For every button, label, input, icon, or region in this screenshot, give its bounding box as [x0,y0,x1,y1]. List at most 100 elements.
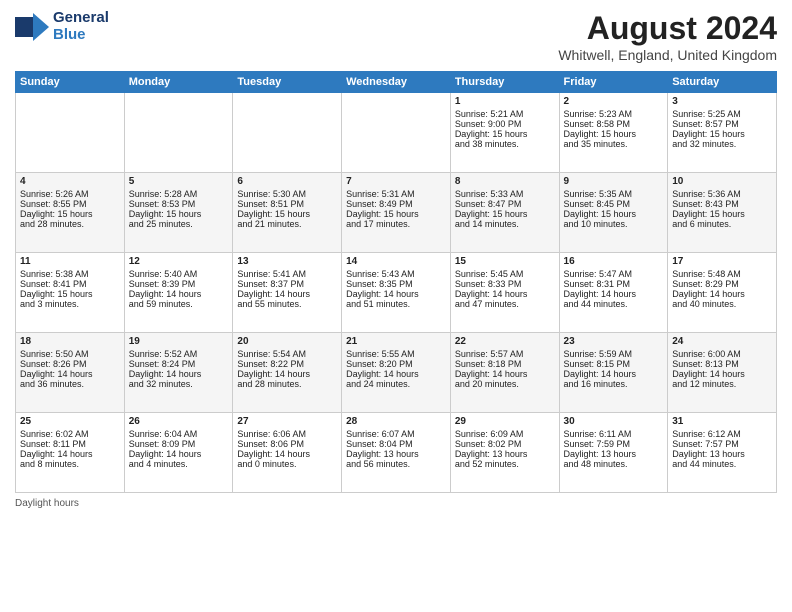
cell-content-line: Daylight: 14 hours [20,449,120,459]
cell-content-line: Sunset: 8:45 PM [564,199,664,209]
cell-content-line: Sunset: 9:00 PM [455,119,555,129]
cell-content-line: Daylight: 14 hours [237,289,337,299]
cell-content-line: Sunrise: 5:50 AM [20,349,120,359]
cell-content-line: and 40 minutes. [672,299,772,309]
cell-content-line: Daylight: 14 hours [672,369,772,379]
calendar-cell: 11Sunrise: 5:38 AMSunset: 8:41 PMDayligh… [16,253,125,333]
cell-content-line: Daylight: 14 hours [129,369,229,379]
cell-content-line: Daylight: 14 hours [455,289,555,299]
day-number: 29 [455,416,555,427]
cell-content-line: Sunset: 8:58 PM [564,119,664,129]
calendar-cell: 25Sunrise: 6:02 AMSunset: 8:11 PMDayligh… [16,413,125,493]
cell-content-line: and 35 minutes. [564,139,664,149]
cell-content-line: Sunset: 8:35 PM [346,279,446,289]
calendar-cell: 8Sunrise: 5:33 AMSunset: 8:47 PMDaylight… [450,173,559,253]
cell-content-line: Daylight: 14 hours [564,289,664,299]
weekday-header-cell: Saturday [668,72,777,93]
weekday-header-row: SundayMondayTuesdayWednesdayThursdayFrid… [16,72,777,93]
calendar-cell: 20Sunrise: 5:54 AMSunset: 8:22 PMDayligh… [233,333,342,413]
cell-content-line: Sunrise: 5:54 AM [237,349,337,359]
calendar-cell: 15Sunrise: 5:45 AMSunset: 8:33 PMDayligh… [450,253,559,333]
cell-content-line: Daylight: 15 hours [20,289,120,299]
cell-content-line: Sunrise: 5:26 AM [20,189,120,199]
cell-content-line: and 52 minutes. [455,459,555,469]
cell-content-line: Daylight: 14 hours [672,289,772,299]
day-number: 7 [346,176,446,187]
cell-content-line: Sunset: 8:04 PM [346,439,446,449]
cell-content-line: Sunrise: 6:11 AM [564,429,664,439]
cell-content-line: and 28 minutes. [237,379,337,389]
day-number: 18 [20,336,120,347]
day-number: 10 [672,176,772,187]
cell-content-line: Sunrise: 5:59 AM [564,349,664,359]
calendar-cell: 31Sunrise: 6:12 AMSunset: 7:57 PMDayligh… [668,413,777,493]
cell-content-line: and 32 minutes. [129,379,229,389]
cell-content-line: and 36 minutes. [20,379,120,389]
calendar-week-row: 4Sunrise: 5:26 AMSunset: 8:55 PMDaylight… [16,173,777,253]
cell-content-line: Sunset: 8:20 PM [346,359,446,369]
cell-content-line: Sunrise: 5:45 AM [455,269,555,279]
cell-content-line: and 12 minutes. [672,379,772,389]
cell-content-line: and 59 minutes. [129,299,229,309]
cell-content-line: and 38 minutes. [455,139,555,149]
cell-content-line: Sunset: 8:13 PM [672,359,772,369]
cell-content-line: and 32 minutes. [672,139,772,149]
cell-content-line: Sunset: 8:26 PM [20,359,120,369]
main-title: August 2024 [558,10,777,47]
calendar-cell: 26Sunrise: 6:04 AMSunset: 8:09 PMDayligh… [124,413,233,493]
day-number: 13 [237,256,337,267]
cell-content-line: Sunrise: 6:12 AM [672,429,772,439]
cell-content-line: Sunrise: 6:00 AM [672,349,772,359]
cell-content-line: Sunrise: 5:47 AM [564,269,664,279]
logo-icon [15,13,49,41]
weekday-header-cell: Tuesday [233,72,342,93]
cell-content-line: Daylight: 14 hours [346,369,446,379]
calendar-cell: 24Sunrise: 6:00 AMSunset: 8:13 PMDayligh… [668,333,777,413]
cell-content-line: Daylight: 14 hours [237,369,337,379]
cell-content-line: Sunrise: 5:30 AM [237,189,337,199]
cell-content-line: Sunset: 7:57 PM [672,439,772,449]
cell-content-line: and 3 minutes. [20,299,120,309]
calendar-cell: 7Sunrise: 5:31 AMSunset: 8:49 PMDaylight… [342,173,451,253]
calendar-cell [342,93,451,173]
calendar-cell: 16Sunrise: 5:47 AMSunset: 8:31 PMDayligh… [559,253,668,333]
calendar-body: 1Sunrise: 5:21 AMSunset: 9:00 PMDaylight… [16,93,777,493]
cell-content-line: and 16 minutes. [564,379,664,389]
calendar-cell: 21Sunrise: 5:55 AMSunset: 8:20 PMDayligh… [342,333,451,413]
calendar-cell: 19Sunrise: 5:52 AMSunset: 8:24 PMDayligh… [124,333,233,413]
cell-content-line: and 17 minutes. [346,219,446,229]
calendar-cell: 1Sunrise: 5:21 AMSunset: 9:00 PMDaylight… [450,93,559,173]
cell-content-line: Sunrise: 5:35 AM [564,189,664,199]
cell-content-line: Daylight: 14 hours [455,369,555,379]
day-number: 26 [129,416,229,427]
day-number: 23 [564,336,664,347]
day-number: 5 [129,176,229,187]
weekday-header-cell: Friday [559,72,668,93]
logo-line1: General [53,10,109,27]
day-number: 8 [455,176,555,187]
cell-content-line: Sunrise: 5:28 AM [129,189,229,199]
calendar-cell: 17Sunrise: 5:48 AMSunset: 8:29 PMDayligh… [668,253,777,333]
day-number: 11 [20,256,120,267]
cell-content-line: Sunset: 8:15 PM [564,359,664,369]
weekday-header-cell: Sunday [16,72,125,93]
cell-content-line: and 14 minutes. [455,219,555,229]
day-number: 16 [564,256,664,267]
cell-content-line: Daylight: 13 hours [672,449,772,459]
day-number: 22 [455,336,555,347]
calendar-cell [124,93,233,173]
day-number: 1 [455,96,555,107]
cell-content-line: and 24 minutes. [346,379,446,389]
calendar-cell: 18Sunrise: 5:50 AMSunset: 8:26 PMDayligh… [16,333,125,413]
day-number: 6 [237,176,337,187]
cell-content-line: Sunrise: 5:36 AM [672,189,772,199]
calendar-cell: 12Sunrise: 5:40 AMSunset: 8:39 PMDayligh… [124,253,233,333]
cell-content-line: and 0 minutes. [237,459,337,469]
logo: General Blue [15,10,109,43]
day-number: 15 [455,256,555,267]
cell-content-line: and 6 minutes. [672,219,772,229]
cell-content-line: Daylight: 14 hours [129,289,229,299]
calendar-cell [233,93,342,173]
logo-line2: Blue [53,27,109,44]
cell-content-line: and 8 minutes. [20,459,120,469]
